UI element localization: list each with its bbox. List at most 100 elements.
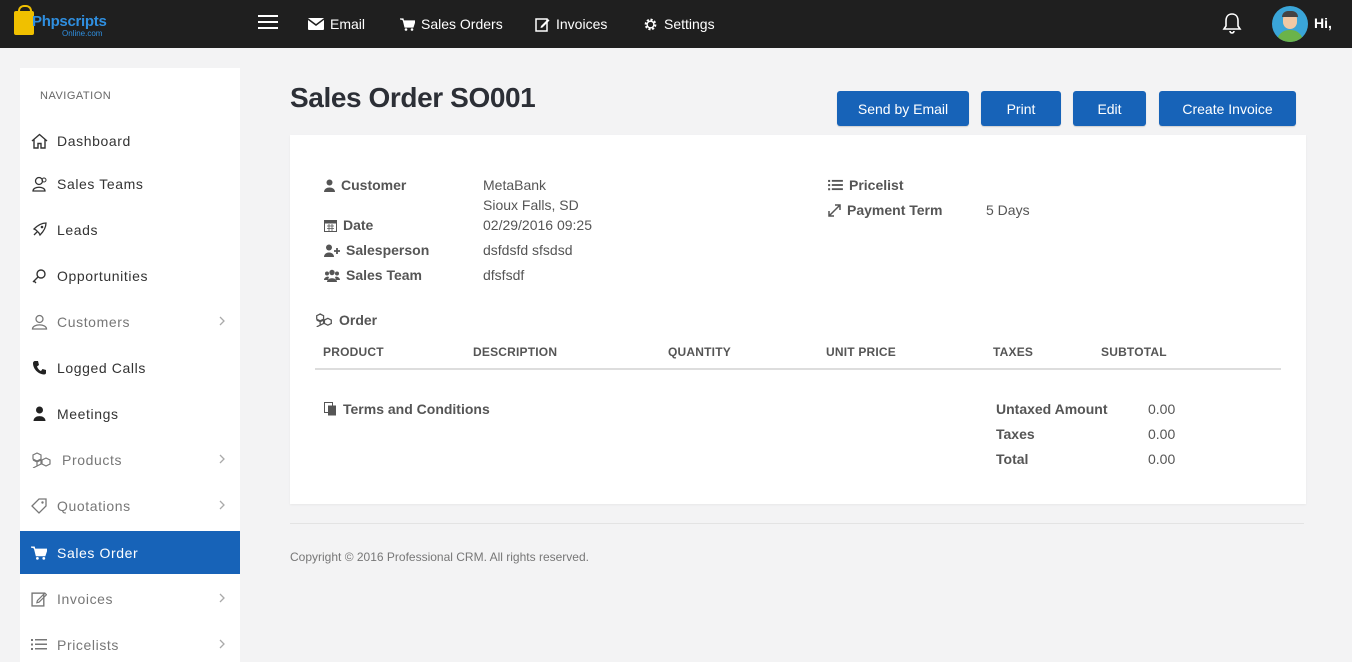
edit-button[interactable]: Edit — [1073, 91, 1146, 126]
shopping-bag-icon — [14, 5, 34, 35]
sidebar-item-label: Meetings — [57, 405, 119, 422]
hamburger-menu-icon[interactable] — [258, 15, 278, 29]
payment-term-label-text: Payment Term — [847, 202, 943, 218]
bell-icon[interactable] — [1222, 12, 1242, 34]
terms-label-text: Terms and Conditions — [343, 401, 490, 417]
copyright-text: Copyright © 2016 Professional CRM. All r… — [290, 550, 589, 564]
user-plus-icon — [324, 244, 340, 257]
pricelist-label-text: Pricelist — [849, 177, 904, 193]
sidebar-item-label: Sales Teams — [57, 175, 144, 192]
topnav-email[interactable]: Email — [308, 0, 365, 48]
tag-icon — [30, 497, 48, 515]
home-icon — [30, 132, 48, 150]
total-label: Total — [996, 451, 1029, 467]
sidebar-item-label: Dashboard — [57, 132, 131, 149]
sidebar-item-logged-calls[interactable]: Logged Calls — [20, 346, 240, 389]
column-header-quantity: QUANTITY — [668, 345, 731, 359]
envelope-icon — [308, 18, 324, 30]
users-icon — [324, 269, 340, 282]
send-by-email-button[interactable]: Send by Email — [837, 91, 969, 126]
topnav-settings[interactable]: Settings — [643, 0, 715, 48]
cubes-icon — [316, 313, 332, 327]
copy-icon — [324, 402, 336, 416]
sidebar-item-customers[interactable]: Customers — [20, 300, 240, 343]
chevron-right-icon — [219, 454, 225, 464]
sales-team-label-text: Sales Team — [346, 267, 423, 283]
topnav-email-label: Email — [330, 16, 366, 32]
sidebar-item-label: Sales Order — [57, 544, 139, 561]
customer-name: MetaBank — [483, 177, 547, 193]
sidebar-item-label: Quotations — [57, 497, 131, 514]
sidebar-item-label: Logged Calls — [57, 359, 146, 376]
sidebar-item-label: Leads — [57, 221, 99, 238]
logo-subtext: Online.com — [62, 29, 103, 38]
cubes-icon — [30, 451, 53, 469]
sidebar-item-label: Pricelists — [57, 636, 120, 653]
date-label-text: Date — [343, 217, 374, 233]
salesperson-value: dsfdsfd sfsdsd — [483, 242, 573, 258]
logo-text: Phpscripts — [32, 13, 107, 30]
total-value: 0.00 — [1148, 451, 1176, 467]
salesperson-label: Salesperson — [324, 242, 429, 258]
logo[interactable]: Phpscripts Online.com — [14, 5, 124, 40]
sidebar-item-label: Opportunities — [57, 267, 149, 284]
untaxed-amount-label: Untaxed Amount — [996, 401, 1108, 417]
payment-term-label: Payment Term — [828, 202, 942, 218]
sidebar-item-label: Customers — [57, 313, 131, 330]
order-section-title: Order — [339, 312, 378, 328]
cart-icon — [400, 17, 415, 31]
taxes-value: 0.00 — [1148, 426, 1176, 442]
chevron-right-icon — [219, 593, 225, 603]
sidebar-item-invoices[interactable]: Invoices — [20, 577, 240, 620]
order-card — [290, 135, 1306, 504]
payment-term-value: 5 Days — [986, 202, 1030, 218]
sidebar-item-meetings[interactable]: Meetings — [20, 392, 240, 435]
column-header-product: PRODUCT — [323, 345, 384, 359]
taxes-label: Taxes — [996, 426, 1035, 442]
topnav-sales-orders[interactable]: Sales Orders — [400, 0, 503, 48]
untaxed-amount-value: 0.00 — [1148, 401, 1176, 417]
sidebar: NAVIGATION Dashboard Sales Teams Leads O… — [20, 68, 240, 662]
sidebar-item-opportunities[interactable]: Opportunities — [20, 254, 240, 297]
key-icon — [30, 267, 48, 285]
sidebar-item-leads[interactable]: Leads — [20, 208, 240, 251]
salesperson-label-text: Salesperson — [346, 242, 430, 258]
sidebar-item-sales-order[interactable]: Sales Order — [20, 531, 240, 574]
sidebar-item-label: Products — [62, 451, 123, 468]
pricelist-label: Pricelist — [828, 177, 903, 193]
column-header-subtotal: SUBTOTAL — [1101, 345, 1167, 359]
sidebar-item-sales-teams[interactable]: Sales Teams — [20, 162, 240, 205]
chevron-right-icon — [219, 639, 225, 649]
sidebar-item-quotations[interactable]: Quotations — [20, 484, 240, 527]
top-bar: Phpscripts Online.com Email Sales Orders… — [0, 0, 1352, 48]
sidebar-title: NAVIGATION — [40, 90, 112, 102]
topnav-invoices[interactable]: Invoices — [535, 0, 607, 48]
create-invoice-button[interactable]: Create Invoice — [1159, 91, 1296, 126]
gear-icon — [644, 18, 657, 30]
column-header-taxes: TAXES — [993, 345, 1034, 359]
topnav-settings-label: Settings — [664, 16, 715, 32]
list-icon — [30, 636, 48, 654]
order-section-label: Order — [315, 312, 377, 328]
date-value: 02/29/2016 09:25 — [483, 217, 592, 233]
expand-arrows-icon — [828, 203, 841, 217]
page-title: Sales Order SO001 — [290, 82, 536, 113]
user-icon — [324, 179, 335, 192]
sidebar-item-dashboard[interactable]: Dashboard — [20, 119, 240, 162]
table-header-divider — [315, 368, 1281, 370]
avatar[interactable] — [1272, 6, 1308, 42]
cart-icon — [30, 544, 48, 562]
user-icon — [30, 313, 48, 331]
sidebar-item-pricelists[interactable]: Pricelists — [20, 623, 240, 662]
user-greeting[interactable]: Hi, — [1314, 15, 1332, 31]
person-icon — [30, 405, 48, 423]
date-label: Date — [324, 217, 373, 233]
topnav-invoices-label: Invoices — [556, 16, 608, 32]
footer-divider — [290, 523, 1304, 524]
sidebar-item-label: Invoices — [57, 590, 114, 607]
print-button[interactable]: Print — [981, 91, 1061, 126]
sidebar-item-products[interactable]: Products — [20, 438, 240, 481]
list-icon — [828, 179, 843, 191]
column-header-description: DESCRIPTION — [473, 345, 558, 359]
topnav-sales-orders-label: Sales Orders — [421, 16, 503, 32]
